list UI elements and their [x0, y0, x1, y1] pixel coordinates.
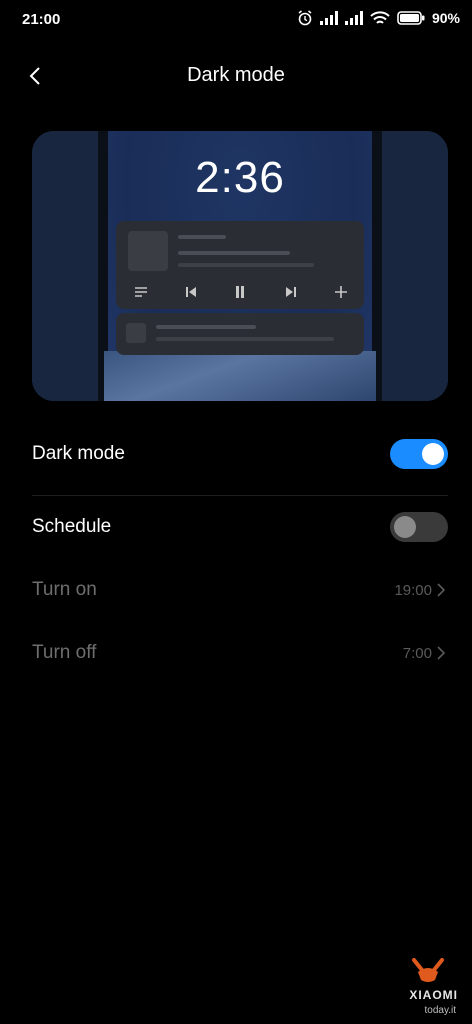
dark-mode-row[interactable]: Dark mode [32, 424, 448, 484]
toggle-knob [422, 443, 444, 465]
dark-mode-preview: 2:36 [32, 131, 448, 401]
preview-media-notification [116, 221, 364, 309]
notification-text-line [178, 263, 314, 267]
watermark-logo: XIAOMI today.it [390, 958, 462, 1018]
signal-icon [319, 11, 338, 25]
preview-notification [116, 313, 364, 355]
status-icons: 90% [297, 10, 460, 26]
turn-on-label: Turn on [32, 579, 97, 600]
toggle-knob [394, 516, 416, 538]
turn-off-label: Turn off [32, 642, 97, 663]
status-bar: 21:00 90% [0, 0, 472, 40]
notification-thumbnail [126, 323, 146, 343]
turn-off-row[interactable]: Turn off 7:00 [32, 623, 448, 683]
status-time: 21:00 [22, 11, 61, 28]
wifi-icon [370, 10, 390, 24]
schedule-row[interactable]: Schedule [32, 497, 448, 557]
pause-icon[interactable] [231, 283, 249, 301]
next-icon[interactable] [282, 283, 300, 301]
playlist-icon[interactable] [132, 283, 150, 301]
chevron-right-icon [437, 583, 446, 597]
notification-text-line [156, 337, 334, 341]
dark-mode-label: Dark mode [32, 443, 125, 464]
battery-percent: 90% [431, 10, 460, 26]
preview-clock: 2:36 [195, 153, 285, 202]
plus-icon[interactable] [332, 283, 350, 301]
notification-text-line [178, 251, 290, 255]
notification-thumbnail [128, 231, 168, 271]
turn-on-row[interactable]: Turn on 19:00 [32, 560, 448, 620]
dark-mode-toggle[interactable] [390, 439, 448, 469]
battery-icon [397, 11, 425, 25]
schedule-toggle[interactable] [390, 512, 448, 542]
section-divider [32, 495, 448, 496]
watermark-site: today.it [424, 1005, 457, 1016]
watermark-brand: XIAOMI [409, 988, 458, 1002]
turn-off-time: 7:00 [402, 644, 432, 662]
notification-text-line [178, 235, 226, 239]
header: Dark mode [0, 50, 472, 102]
preview-wallpaper-road [104, 351, 376, 401]
page-title: Dark mode [187, 64, 285, 86]
schedule-label: Schedule [32, 516, 112, 537]
turn-on-time: 19:00 [394, 581, 432, 599]
xiaomi-today-logo-icon [412, 958, 444, 982]
signal-icon [344, 11, 363, 25]
notification-text-line [156, 325, 256, 329]
media-controls [116, 283, 364, 301]
alarm-icon [298, 10, 312, 26]
chevron-right-icon [437, 646, 446, 660]
previous-icon[interactable] [182, 283, 200, 301]
